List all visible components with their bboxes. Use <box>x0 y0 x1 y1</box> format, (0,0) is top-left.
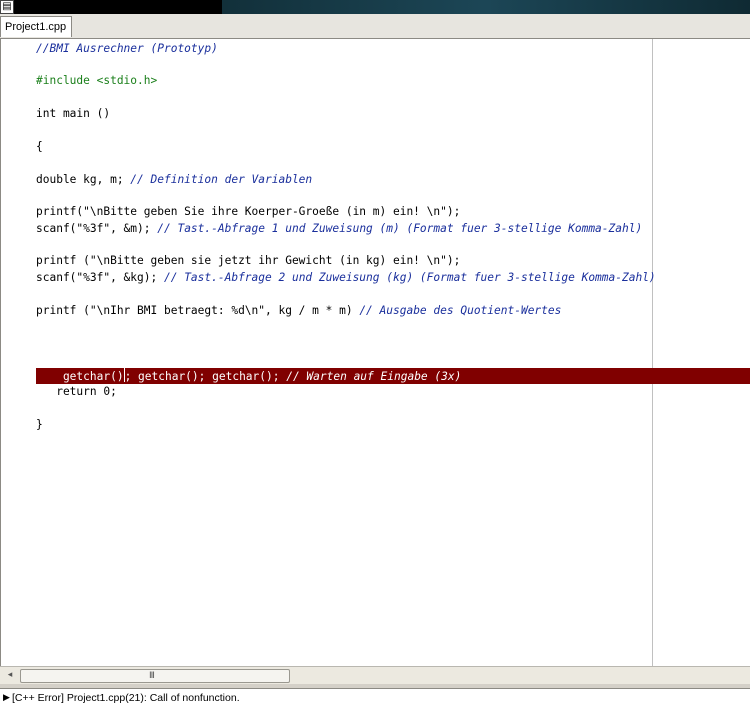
code-line-open-brace: { <box>36 139 43 155</box>
comment: // Tast.-Abfrage 1 und Zuweisung (m) (Fo… <box>157 222 643 235</box>
error-message[interactable]: [C++ Error] Project1.cpp(21): Call of no… <box>12 692 240 705</box>
code-line-scanf-weight: scanf("%3f", &kg); // Tast.-Abfrage 2 un… <box>36 270 656 286</box>
code-text: int main () <box>36 107 111 120</box>
code-line-printf-bmi: printf ("\nIhr BMI betraegt: %d\n", kg /… <box>36 303 561 319</box>
code-text: double kg, m; <box>36 173 131 186</box>
preprocessor-directive: #include <stdio.h> <box>36 74 158 87</box>
right-margin-line <box>652 39 653 666</box>
code-text: scanf("%3f", &m); <box>36 222 158 235</box>
code-text: printf ("\nBitte geben sie jetzt ihr Gew… <box>36 254 461 267</box>
title-bar: ▤ <box>0 0 750 14</box>
code-line-return: return 0; <box>36 384 117 400</box>
code-line-printf-weight: printf ("\nBitte geben sie jetzt ihr Gew… <box>36 253 460 269</box>
code-line-include: #include <stdio.h> <box>36 73 157 89</box>
comment: // Warten auf Eingabe (3x) <box>286 370 462 383</box>
code-line-declare: double kg, m; // Definition der Variable… <box>36 172 312 188</box>
code-line-getchar-error: getchar(); getchar(); getchar(); // Wart… <box>36 368 461 384</box>
code-line-scanf-height: scanf("%3f", &m); // Tast.-Abfrage 1 und… <box>36 221 642 237</box>
code-editor[interactable]: //BMI Ausrechner (Prototyp) #include <st… <box>0 39 750 666</box>
code-text: printf("\nBitte geben Sie ihre Koerper-G… <box>36 205 461 218</box>
tab-project1-cpp[interactable]: Project1.cpp <box>0 16 72 37</box>
play-arrow-icon: ▶ <box>3 693 10 703</box>
code-text: { <box>36 140 43 153</box>
code-text: getchar() <box>36 370 124 383</box>
code-line-printf-height: printf("\nBitte geben Sie ihre Koerper-G… <box>36 204 460 220</box>
grip-icon: III <box>149 671 155 681</box>
scrollbar-thumb[interactable]: III <box>20 669 290 683</box>
code-text: scanf("%3f", &kg); <box>36 271 164 284</box>
code-text: ; getchar(); getchar(); <box>124 370 287 383</box>
horizontal-scrollbar[interactable]: ◂ III <box>0 666 750 684</box>
code-text: printf ("\nIhr BMI betraegt: %d\n", kg /… <box>36 304 360 317</box>
message-panel: ▶ [C++ Error] Project1.cpp(21): Call of … <box>0 688 750 709</box>
scroll-left-arrow-icon[interactable]: ◂ <box>4 669 16 682</box>
title-bar-right <box>222 0 750 14</box>
code-text: } <box>36 418 43 431</box>
code-line-1: //BMI Ausrechner (Prototyp) <box>36 41 218 57</box>
title-bar-left <box>0 0 222 14</box>
code-line-close-brace: } <box>36 417 43 433</box>
comment: // Tast.-Abfrage 2 und Zuweisung (kg) (F… <box>163 271 656 284</box>
comment: //BMI Ausrechner (Prototyp) <box>36 42 218 55</box>
window-menu-icon[interactable]: ▤ <box>0 0 14 14</box>
editor-tab-strip: Project1.cpp <box>0 14 750 39</box>
comment: // Ausgabe des Quotient-Wertes <box>359 304 562 317</box>
comment: // Definition der Variablen <box>130 173 313 186</box>
code-text: return 0; <box>36 385 117 398</box>
code-line-main: int main () <box>36 106 110 122</box>
